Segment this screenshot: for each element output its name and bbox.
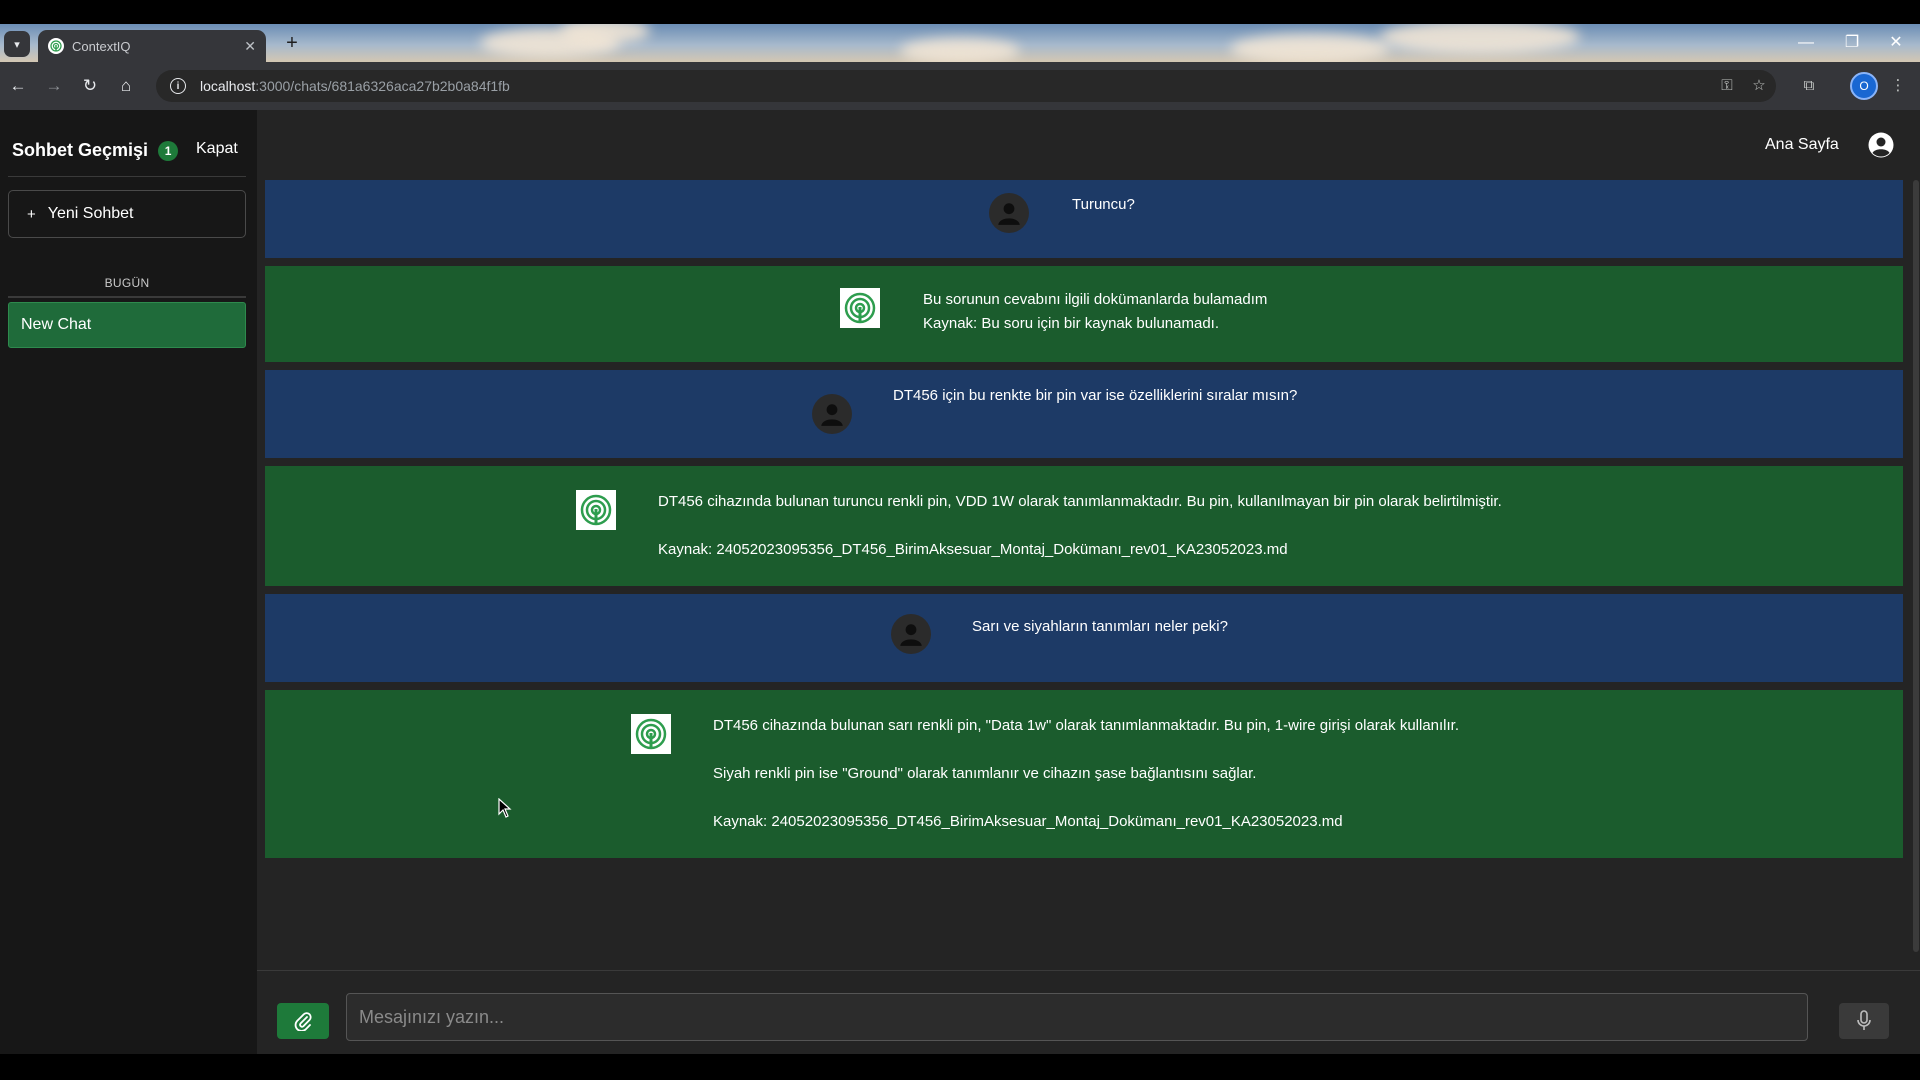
message-text: DT456 için bu renkte bir pin var ise öze… <box>893 384 1297 408</box>
contextiq-logo-icon <box>576 490 616 530</box>
extensions-icon[interactable]: ⧉ <box>1796 74 1822 98</box>
tab-strip: ▾ ContextIQ ✕ + — ❐ ✕ <box>0 24 1920 62</box>
message-line: Turuncu? <box>1072 196 1135 213</box>
message-text: DT456 cihazında bulunan sarı renkli pin,… <box>713 714 1459 834</box>
url-host: localhost <box>200 78 256 94</box>
reload-icon[interactable]: ↻ <box>78 74 102 98</box>
tab-search-button[interactable]: ▾ <box>4 31 30 57</box>
user-message: DT456 için bu renkte bir pin var ise öze… <box>265 370 1903 458</box>
tab-close-icon[interactable]: ✕ <box>244 38 256 55</box>
minimize-icon[interactable]: — <box>1786 30 1826 56</box>
password-key-icon[interactable]: ⚿ <box>1714 74 1740 98</box>
user-message: Sarı ve siyahların tanımları neler peki? <box>265 594 1903 682</box>
address-bar[interactable]: i localhost:3000/chats/681a6326aca27b2b0… <box>156 70 1776 102</box>
sidebar-chat-item[interactable]: New Chat <box>8 302 246 348</box>
message-line: Siyah renkli pin ise "Ground" olarak tan… <box>713 765 1257 782</box>
back-icon[interactable]: ← <box>6 74 30 98</box>
user-avatar-icon <box>891 614 931 654</box>
assistant-message: DT456 cihazında bulunan turuncu renkli p… <box>265 466 1903 586</box>
user-account-icon[interactable] <box>1868 132 1894 158</box>
user-message: Turuncu? <box>265 180 1903 258</box>
assistant-message: DT456 cihazında bulunan sarı renkli pin,… <box>265 690 1903 858</box>
home-link[interactable]: Ana Sayfa <box>1765 136 1839 154</box>
message-text: DT456 cihazında bulunan turuncu renkli p… <box>658 490 1502 562</box>
chat-count-badge: 1 <box>158 140 179 161</box>
new-chat-label: Yeni Sohbet <box>47 205 134 222</box>
section-today-label: BUGÜN <box>104 276 150 290</box>
contextiq-logo-icon <box>840 288 880 328</box>
microphone-icon <box>1857 1010 1871 1030</box>
message-text: Sarı ve siyahların tanımları neler peki? <box>972 615 1228 639</box>
section-divider <box>8 296 246 298</box>
user-avatar-icon <box>989 193 1029 233</box>
contextiq-logo-icon <box>631 714 671 754</box>
user-avatar-icon <box>812 394 852 434</box>
chat-scrollbar[interactable] <box>1913 180 1919 952</box>
home-icon[interactable]: ⌂ <box>114 74 138 98</box>
contextiq-favicon-icon <box>48 38 64 54</box>
assistant-message: Bu sorunun cevabını ilgili dokümanlarda … <box>265 266 1903 362</box>
profile-avatar[interactable]: O <box>1850 72 1878 100</box>
microphone-button[interactable] <box>1839 1003 1889 1039</box>
new-chat-button[interactable]: + Yeni Sohbet <box>8 190 246 238</box>
message-line: DT456 cihazında bulunan turuncu renkli p… <box>658 493 1502 510</box>
attach-file-button[interactable] <box>277 1003 329 1039</box>
sidebar-title: Sohbet Geçmişi <box>12 140 149 160</box>
tab-title: ContextIQ <box>72 38 131 54</box>
message-text: Bu sorunun cevabını ilgili dokümanlarda … <box>923 288 1267 336</box>
tab-active[interactable]: ContextIQ ✕ <box>38 30 266 62</box>
message-source: Kaynak: 24052023095356_DT456_BirimAksesu… <box>658 541 1288 558</box>
browser-toolbar: ← → ↻ ⌂ i localhost:3000/chats/681a6326a… <box>0 62 1920 110</box>
sidebar-divider <box>8 176 246 177</box>
message-line: Sarı ve siyahların tanımları neler peki? <box>972 618 1228 635</box>
new-tab-button[interactable]: + <box>280 32 304 56</box>
browser-menu-icon[interactable]: ⋮ <box>1888 74 1908 98</box>
url-path: :3000/chats/681a6326aca27b2b0a84f1fb <box>255 78 510 94</box>
restore-icon[interactable]: ❐ <box>1832 30 1872 56</box>
message-line: DT456 cihazında bulunan sarı renkli pin,… <box>713 717 1460 734</box>
message-line: DT456 için bu renkte bir pin var ise öze… <box>893 387 1298 404</box>
browser-window: ▾ ContextIQ ✕ + — ❐ ✕ ← → ↻ ⌂ i localhos… <box>0 24 1920 1054</box>
app-container: Sohbet Geçmişi 1 Kapat + Yeni Sohbet BUG… <box>0 110 1920 1054</box>
forward-icon[interactable]: → <box>42 74 66 98</box>
sidebar-close-button[interactable]: Kapat <box>196 140 238 158</box>
chat-main: Ana Sayfa Turuncu? Bu sorunun cevabını i… <box>257 110 1920 1054</box>
message-input[interactable] <box>346 993 1808 1041</box>
plus-icon: + <box>27 205 36 223</box>
sidebar-header: Sohbet Geçmişi 1 <box>12 140 179 161</box>
message-text: Turuncu? <box>1072 193 1135 217</box>
window-close-icon[interactable]: ✕ <box>1876 30 1916 56</box>
message-source: Kaynak: 24052023095356_DT456_BirimAksesu… <box>713 813 1343 830</box>
sidebar: Sohbet Geçmişi 1 Kapat + Yeni Sohbet BUG… <box>0 110 257 1054</box>
composer <box>257 970 1920 1054</box>
mouse-cursor-icon <box>498 798 512 818</box>
message-line: Kaynak: Bu soru için bir kaynak bulunama… <box>923 315 1219 332</box>
paperclip-icon <box>294 1012 312 1031</box>
site-info-icon[interactable]: i <box>170 78 186 94</box>
message-line: Bu sorunun cevabını ilgili dokümanlarda … <box>923 291 1268 308</box>
bookmark-star-icon[interactable]: ☆ <box>1746 74 1772 98</box>
